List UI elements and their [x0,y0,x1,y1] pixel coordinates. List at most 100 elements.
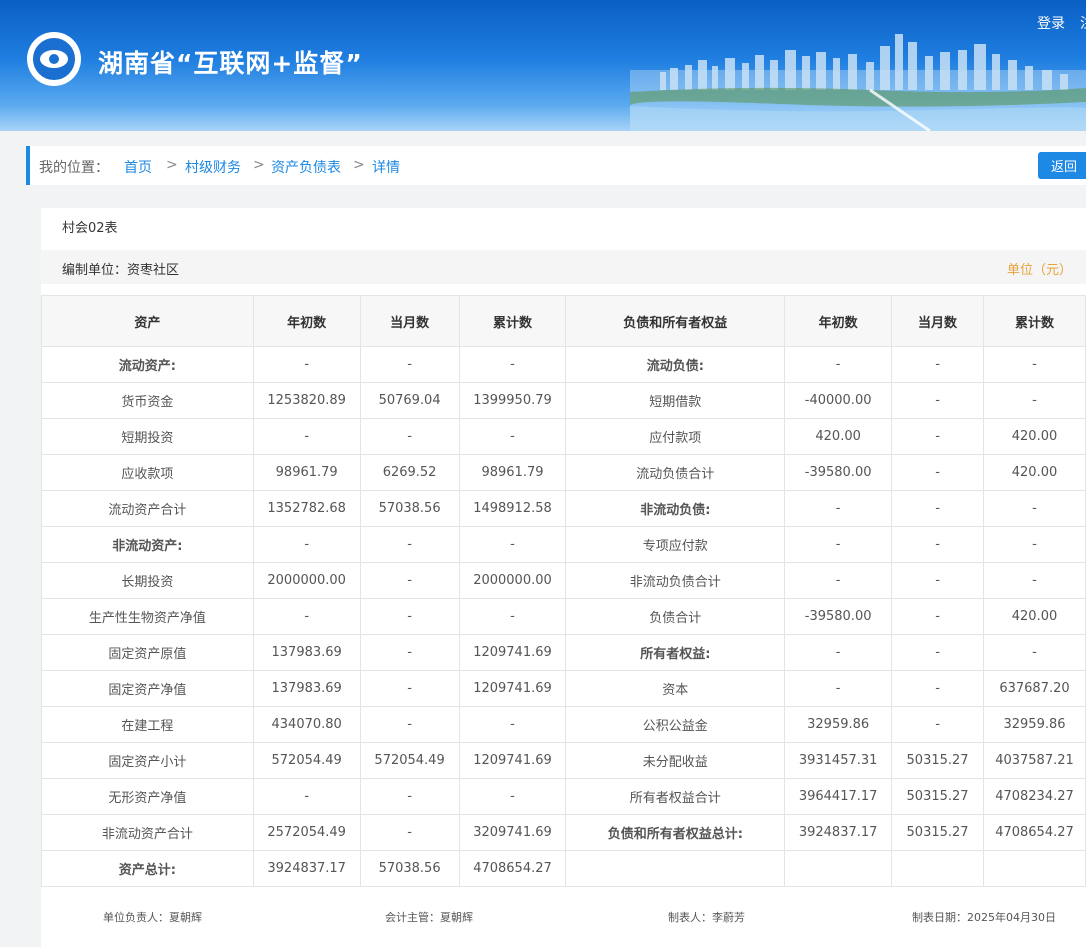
asset-name-cell: 货币资金 [41,382,254,419]
asset-month-cell: - [359,814,460,851]
liability-name-cell: 负债合计 [565,598,786,635]
preparing-unit: 编制单位：资枣社区 [62,263,180,278]
asset-opening-cell: 3924837.17 [252,850,361,887]
table-row: 固定资产原值 137983.69-1209741.69 所有者权益: - - - [41,634,1086,671]
liability-month-cell [891,850,984,887]
asset-name-cell: 非流动资产: [41,526,254,563]
table-row: 应收款项 98961.79 6269.52 98961.79 流动负债合计 -39580.… [41,454,1086,491]
asset-cumulative-cell: 1399950.79 [458,382,567,419]
liability-month-cell: 50315.27 [891,778,984,815]
asset-month-cell: 6269.52 [359,454,460,491]
asset-name-cell: 长期投资 [41,562,254,599]
login-link[interactable]: 登录 [1037,13,1065,33]
column-header: 累计数 [458,295,567,347]
asset-month-cell: - [359,562,460,599]
liability-opening-cell: 3964417.17 [784,778,893,815]
liability-cumulative-cell: - [983,634,1086,671]
breadcrumb-separator: > [253,157,265,173]
liability-opening-cell [784,850,893,887]
site-title: 湖南省“互联网+监督” [98,49,363,78]
liability-month-cell: - [891,706,984,743]
asset-opening-cell: 137983.69 [252,634,361,671]
breadcrumb-balance-sheet[interactable]: 资产负债表 [271,157,341,177]
asset-month-cell: 50769.04 [359,382,460,419]
table-row: 在建工程 434070.80- - 公积公益金 32959.86-32959.86 [41,706,1086,743]
table-row: 流动资产: - - - 流动负债: - - - [41,346,1086,383]
liability-month-cell: 50315.27 [891,742,984,779]
breadcrumb-detail[interactable]: 详情 [372,157,400,177]
asset-opening-cell: 137983.69 [252,670,361,707]
table-row: 流动资产合计 1352782.68 57038.56 1498912.58 非流动负债:… [41,490,1086,527]
table-header-row: 资产 年初数 当月数 累计数 负债和所有者权益 年初数 当月数 累计数 [41,295,1086,347]
liability-month-cell: - [891,418,984,455]
liability-name-cell: 应付款项 [565,418,786,455]
liability-cumulative-cell: 637687.20 [983,670,1086,707]
liability-cumulative-cell: - [983,382,1086,419]
liability-month-cell: - [891,670,984,707]
liability-name-cell [565,850,786,887]
liability-cumulative-cell: 32959.86 [983,706,1086,743]
liability-cumulative-cell: - [983,562,1086,599]
liability-name-cell: 短期借款 [565,382,786,419]
asset-month-cell: 57038.56 [359,850,460,887]
table-row: 非流动资产合计 2572054.49-3209741.69 负债和所有者权益总计: 3… [41,814,1086,851]
preparer: 制表人：李蔚芳 [668,911,745,924]
asset-month-cell: - [359,346,460,383]
breadcrumb-village-finance[interactable]: 村级财务 [185,157,241,177]
asset-opening-cell: 98961.79 [252,454,361,491]
back-button[interactable]: 返回 [1038,152,1086,179]
liability-name-cell: 所有者权益: [565,634,786,671]
liability-month-cell: - [891,490,984,527]
breadcrumb-separator: > [166,157,178,173]
liability-name-cell: 流动负债合计 [565,454,786,491]
liability-name-cell: 未分配收益 [565,742,786,779]
asset-name-cell: 短期投资 [41,418,254,455]
column-header: 负债和所有者权益 [565,295,786,347]
liability-opening-cell: - [784,490,893,527]
liability-month-cell: - [891,346,984,383]
asset-name-cell: 资产总计: [41,850,254,887]
asset-cumulative-cell: - [458,778,567,815]
liability-month-cell: - [891,526,984,563]
table-row: 无形资产净值 - - - 所有者权益合计 3964417.17 50315.27 470823… [41,778,1086,815]
column-header: 资产 [41,295,254,347]
liability-month-cell: - [891,454,984,491]
asset-month-cell: - [359,598,460,635]
liability-cumulative-cell: - [983,490,1086,527]
asset-month-cell: - [359,670,460,707]
asset-name-cell: 在建工程 [41,706,254,743]
asset-name-cell: 流动资产合计 [41,490,254,527]
breadcrumb-home[interactable]: 首页 [124,157,152,177]
column-header: 年初数 [784,295,893,347]
liability-month-cell: - [891,598,984,635]
column-header: 当月数 [359,295,460,347]
liability-name-cell: 所有者权益合计 [565,778,786,815]
city-skyline-image [630,34,1086,131]
liability-cumulative-cell: 4708234.27 [983,778,1086,815]
asset-cumulative-cell: 1209741.69 [458,670,567,707]
liability-name-cell: 专项应付款 [565,526,786,563]
liability-opening-cell: -39580.00 [784,598,893,635]
liability-cumulative-cell: 420.00 [983,454,1086,491]
asset-month-cell: - [359,634,460,671]
asset-name-cell: 应收款项 [41,454,254,491]
asset-cumulative-cell: - [458,598,567,635]
liability-opening-cell: 32959.86 [784,706,893,743]
liability-cumulative-cell: 4037587.21 [983,742,1086,779]
liability-opening-cell: 3931457.31 [784,742,893,779]
liability-cumulative-cell: 420.00 [983,418,1086,455]
eye-icon [40,50,68,68]
asset-name-cell: 固定资产净值 [41,670,254,707]
liability-name-cell: 资本 [565,670,786,707]
liability-name-cell: 负债和所有者权益总计: [565,814,786,851]
asset-month-cell: - [359,778,460,815]
table-row: 长期投资 2000000.00-2000000.00 非流动负债合计 - - - [41,562,1086,599]
page-header: 湖南省“互联网+监督” 登录 注 [0,0,1086,131]
table-row: 固定资产净值 137983.69-1209741.69 资本 - -637687.20 [41,670,1086,707]
breadcrumb-separator: > [353,157,365,173]
asset-opening-cell: - [252,778,361,815]
register-link[interactable]: 注 [1080,13,1086,33]
asset-month-cell: 572054.49 [359,742,460,779]
breadcrumb-label: 我的位置： [39,160,109,176]
asset-month-cell: - [359,706,460,743]
